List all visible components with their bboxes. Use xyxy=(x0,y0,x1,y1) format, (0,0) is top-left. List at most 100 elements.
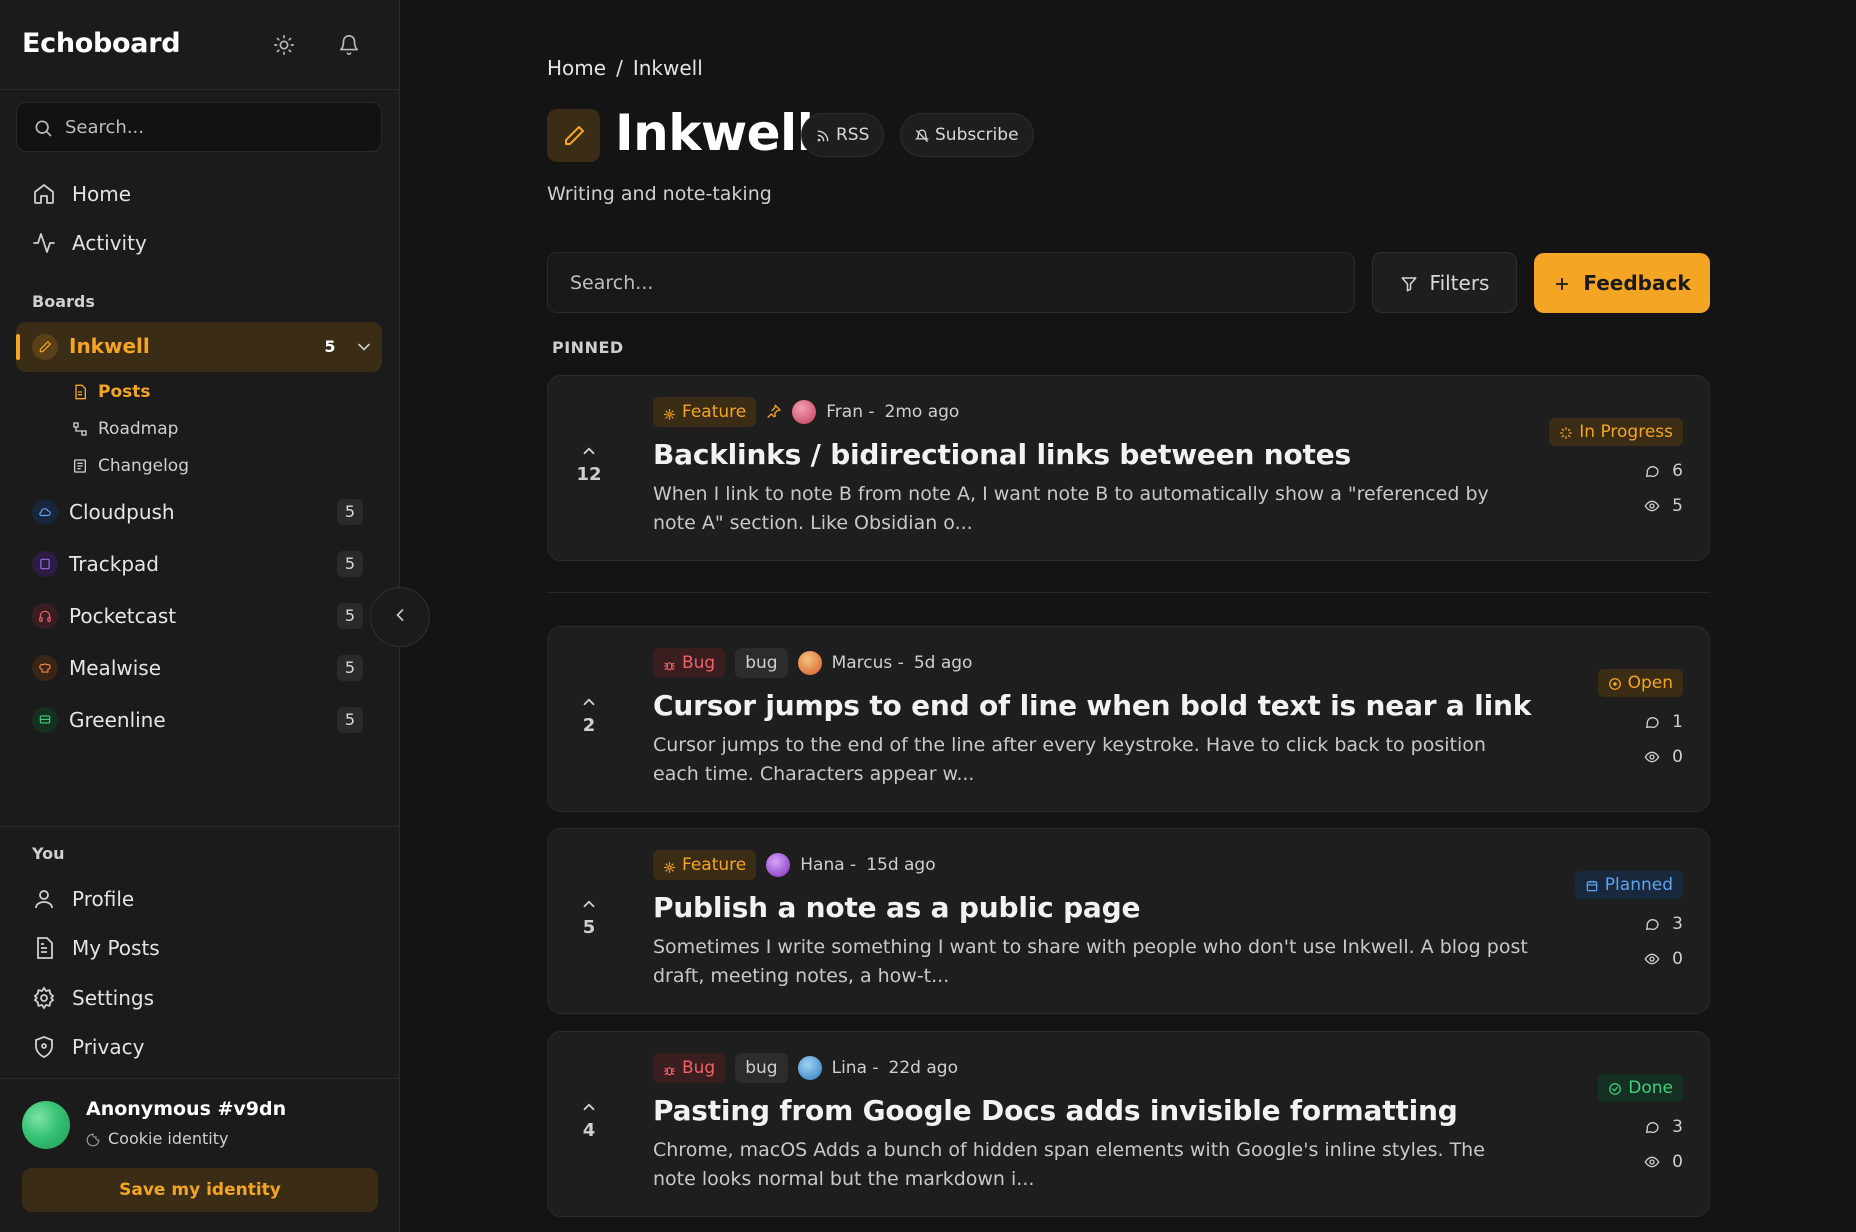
upvote-button[interactable]: 2 xyxy=(570,693,608,736)
upvote-button[interactable]: 5 xyxy=(570,895,608,938)
feedback-label: Feedback xyxy=(1583,271,1691,295)
upvote-button[interactable]: 4 xyxy=(570,1098,608,1141)
nav-home[interactable]: Home xyxy=(32,179,131,209)
bug-icon xyxy=(663,657,676,670)
post-title[interactable]: Pasting from Google Docs adds invisible … xyxy=(653,1094,1458,1127)
pencil-icon xyxy=(547,109,600,162)
brand-logo[interactable]: Echoboard xyxy=(22,28,181,59)
collapse-sidebar-button[interactable] xyxy=(370,587,430,647)
theme-toggle-icon[interactable] xyxy=(273,34,295,56)
board-count: 5 xyxy=(337,655,363,681)
avatar xyxy=(797,1056,822,1080)
post-card[interactable]: 12 Feature Fran - 2mo ago Backlinks / bi… xyxy=(547,375,1710,561)
subnav-roadmap[interactable]: Roadmap xyxy=(72,417,178,441)
subnav-posts-label: Posts xyxy=(98,382,151,402)
save-identity-button[interactable]: Save my identity xyxy=(22,1168,378,1212)
post-card[interactable]: 4 Bug bug Lina - 22d ago Pasting from Go… xyxy=(547,1031,1710,1217)
chevron-down-icon[interactable] xyxy=(354,337,374,357)
nav-home-label: Home xyxy=(72,182,132,206)
tag-label: Feature xyxy=(682,855,747,875)
board-item-greenline[interactable]: Greenline 5 xyxy=(16,700,382,740)
post-meta: Bug bug Marcus - 5d ago xyxy=(653,648,972,678)
nav-settings-label: Settings xyxy=(72,986,155,1010)
board-item-inkwell[interactable]: Inkwell 5 xyxy=(16,322,382,372)
nav-my-posts-label: My Posts xyxy=(72,936,160,960)
comments-value: 3 xyxy=(1672,914,1683,934)
board-count: 5 xyxy=(337,707,363,733)
document-icon xyxy=(72,384,88,400)
nav-activity[interactable]: Activity xyxy=(32,228,147,258)
nav-profile[interactable]: Profile xyxy=(32,884,134,914)
filters-label: Filters xyxy=(1429,270,1490,295)
chevron-up-icon xyxy=(580,895,598,913)
subnav-changelog[interactable]: Changelog xyxy=(72,454,189,478)
rss-button[interactable]: RSS xyxy=(801,113,885,157)
sparkle-icon xyxy=(663,859,676,873)
vote-count: 5 xyxy=(582,917,596,938)
post-card[interactable]: 5 Feature Hana - 15d ago Publish a note … xyxy=(547,828,1710,1014)
comment-count: 6 xyxy=(1644,460,1683,482)
nav-privacy-label: Privacy xyxy=(72,1035,145,1059)
comment-count: 3 xyxy=(1644,1116,1683,1138)
view-count: 0 xyxy=(1644,1151,1683,1173)
status-label: Done xyxy=(1628,1078,1673,1098)
status-badge: Done xyxy=(1598,1074,1683,1102)
post-title[interactable]: Publish a note as a public page xyxy=(653,891,1140,924)
breadcrumb: Home / Inkwell xyxy=(547,56,703,80)
new-feedback-button[interactable]: Feedback xyxy=(1534,253,1710,313)
vote-count: 4 xyxy=(582,1120,596,1141)
sidebar-search-placeholder: Search... xyxy=(65,117,145,138)
comment-icon xyxy=(1644,1119,1660,1135)
view-count: 0 xyxy=(1644,746,1683,768)
post-card[interactable]: 2 Bug bug Marcus - 5d ago Cursor jumps t… xyxy=(547,626,1710,812)
rss-icon xyxy=(816,128,830,142)
breadcrumb-current: Inkwell xyxy=(632,56,703,80)
page-title: Inkwell xyxy=(615,104,814,162)
posts-search-input[interactable]: Search... xyxy=(547,252,1355,313)
subnav-changelog-label: Changelog xyxy=(98,456,190,476)
sidebar-header: Echoboard xyxy=(0,0,399,90)
avatar xyxy=(766,853,791,877)
pinned-section-label: PINNED xyxy=(552,338,624,357)
post-author: Lina - xyxy=(831,1058,879,1078)
filters-button[interactable]: Filters xyxy=(1372,252,1517,313)
nav-my-posts[interactable]: My Posts xyxy=(32,933,160,963)
board-name: Mealwise xyxy=(69,656,162,680)
subnav-posts[interactable]: Posts xyxy=(72,380,151,404)
chef-hat-icon xyxy=(32,655,58,681)
post-title[interactable]: Cursor jumps to end of line when bold te… xyxy=(653,689,1531,722)
nav-settings[interactable]: Settings xyxy=(32,983,154,1013)
subscribe-label: Subscribe xyxy=(935,125,1019,145)
post-author: Marcus - xyxy=(831,653,904,673)
board-item-cloudpush[interactable]: Cloudpush 5 xyxy=(16,492,382,532)
board-item-pocketcast[interactable]: Pocketcast 5 xyxy=(16,596,382,636)
post-title[interactable]: Backlinks / bidirectional links between … xyxy=(653,438,1351,471)
board-item-mealwise[interactable]: Mealwise 5 xyxy=(16,648,382,688)
subscribe-button[interactable]: Subscribe xyxy=(900,113,1034,157)
trackpad-icon xyxy=(32,551,58,577)
breadcrumb-home[interactable]: Home xyxy=(547,56,606,80)
comment-icon xyxy=(1644,714,1660,730)
comment-count: 1 xyxy=(1644,711,1683,733)
rss-label: RSS xyxy=(836,125,870,145)
sidebar-search-input[interactable]: Search... xyxy=(16,102,382,152)
label-tag: bug xyxy=(735,648,788,678)
identity-type: Cookie identity xyxy=(86,1129,228,1148)
divider xyxy=(0,826,400,827)
identity-label: Cookie identity xyxy=(108,1129,229,1148)
roadmap-icon xyxy=(72,421,88,437)
status-label: Open xyxy=(1627,673,1673,693)
label-tag: bug xyxy=(735,1053,788,1083)
bell-icon[interactable] xyxy=(338,34,360,56)
board-item-trackpad[interactable]: Trackpad 5 xyxy=(16,544,382,584)
board-name: Trackpad xyxy=(69,552,159,576)
board-name: Cloudpush xyxy=(69,500,175,524)
post-time: 22d ago xyxy=(888,1058,958,1078)
avatar[interactable] xyxy=(22,1101,70,1149)
upvote-button[interactable]: 12 xyxy=(570,442,608,485)
nav-privacy[interactable]: Privacy xyxy=(32,1032,144,1062)
nav-profile-label: Profile xyxy=(72,887,135,911)
status-label: Planned xyxy=(1604,875,1673,895)
comment-count: 3 xyxy=(1644,913,1683,935)
post-excerpt: Chrome, macOS Adds a bunch of hidden spa… xyxy=(653,1139,1485,1190)
